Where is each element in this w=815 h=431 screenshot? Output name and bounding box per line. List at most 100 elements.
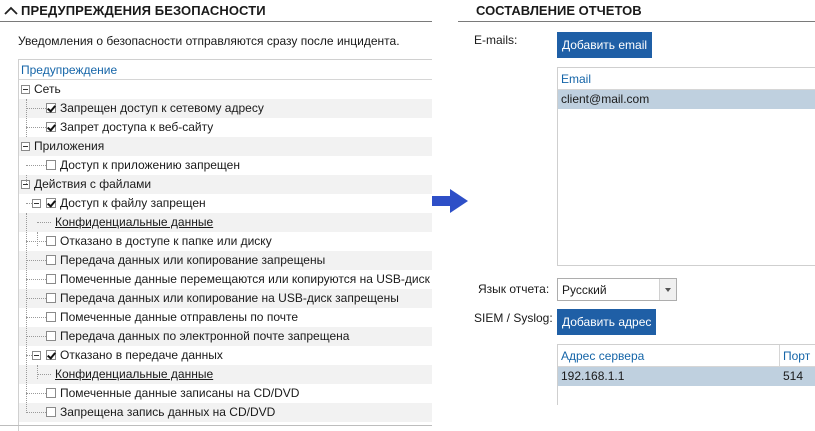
tree-row-label: Помеченные данные отправлены по почте xyxy=(60,310,299,324)
server-address-cell: 192.168.1.1 xyxy=(561,369,625,383)
checkbox[interactable] xyxy=(46,350,56,360)
tree-connector xyxy=(26,260,46,261)
tree-guide xyxy=(26,99,27,137)
server-table-header: Адрес сервера Порт xyxy=(558,345,815,367)
collapse-icon[interactable] xyxy=(32,351,41,360)
reporting-title: СОСТАВЛЕНИЕ ОТЧЕТОВ xyxy=(476,3,642,18)
tree-connector xyxy=(26,165,46,166)
port-column-header[interactable]: Порт xyxy=(783,345,810,367)
checkbox[interactable] xyxy=(46,312,56,322)
tree-row-label: Сеть xyxy=(34,82,61,96)
divider xyxy=(0,425,432,426)
checkbox[interactable] xyxy=(46,407,56,417)
tree-connector xyxy=(26,412,46,413)
checkbox[interactable] xyxy=(46,236,56,246)
checkbox[interactable] xyxy=(46,255,56,265)
tree-connector xyxy=(26,336,46,337)
checkbox[interactable] xyxy=(46,293,56,303)
tree-row-item[interactable]: Отказано в доступе к папке или диску xyxy=(19,232,432,251)
collapse-icon[interactable] xyxy=(21,85,30,94)
tree-row-item[interactable]: Запрет доступа к веб-сайту xyxy=(19,118,432,137)
divider xyxy=(458,21,815,22)
tree-guide xyxy=(26,175,27,184)
reporting-panel: СОСТАВЛЕНИЕ ОТЧЕТОВ E-mails: Добавить em… xyxy=(458,0,815,431)
emails-label: E-mails: xyxy=(474,33,518,47)
tree-connector xyxy=(26,241,46,242)
tree-row-label: Передача данных по электронной почте зап… xyxy=(60,329,350,343)
tree-row-item[interactable]: Передача данных или копирование на USB-д… xyxy=(19,289,432,308)
tree-connector xyxy=(26,279,46,280)
tree-row-label: Помеченные данные записаны на CD/DVD xyxy=(60,386,300,400)
tree-connector xyxy=(37,222,51,223)
tree-row-label: Запрещена запись данных на CD/DVD xyxy=(60,405,276,419)
checkbox[interactable] xyxy=(46,198,56,208)
collapse-icon[interactable] xyxy=(21,142,30,151)
tree-row-label: Доступ к приложению запрещен xyxy=(60,158,240,172)
tree-connector xyxy=(26,393,46,394)
server-table: Адрес сервера Порт 192.168.1.1 514 xyxy=(557,344,815,405)
tree-row-label: Отказано в передаче данных xyxy=(60,348,223,362)
tree-row-subgroup[interactable]: Отказано в передаче данных xyxy=(19,346,432,365)
add-email-button[interactable]: Добавить email xyxy=(557,32,653,58)
email-list[interactable]: Email client@mail.com xyxy=(557,67,815,266)
tree-row-label: Действия с файлами xyxy=(34,177,152,191)
siem-syslog-label: SIEM / Syslog: xyxy=(474,311,553,325)
tree-row-label: Помеченные данные перемещаются или копир… xyxy=(60,272,430,286)
tree-column-header[interactable]: Предупреждение xyxy=(19,61,432,80)
checkbox[interactable] xyxy=(46,388,56,398)
tree-row-item[interactable]: Помеченные данные перемещаются или копир… xyxy=(19,270,432,289)
add-address-button[interactable]: Добавить адрес xyxy=(557,309,657,335)
tree-row-label: Запрещен доступ к сетевому адресу xyxy=(60,101,264,115)
tree-row-item[interactable]: Запрещен доступ к сетевому адресу xyxy=(19,99,432,118)
tree-connector xyxy=(26,317,46,318)
checkbox[interactable] xyxy=(46,274,56,284)
chevron-down-icon[interactable] xyxy=(659,279,676,300)
tree-row-item[interactable]: Передача данных или копирование запрещен… xyxy=(19,251,432,270)
tree-row-group-apps[interactable]: Приложения xyxy=(19,137,432,156)
tree-row-label: Отказано в доступе к папке или диску xyxy=(60,234,272,248)
report-language-select[interactable]: Русский xyxy=(557,278,677,301)
checkbox[interactable] xyxy=(46,103,56,113)
alerts-tree: Предупреждение Сеть Запрещен доступ к се… xyxy=(18,59,432,431)
confidential-data-link[interactable]: Конфиденциальные данные xyxy=(55,365,213,384)
chevron-up-icon[interactable] xyxy=(3,4,19,18)
security-alerts-panel: ПРЕДУПРЕЖДЕНИЯ БЕЗОПАСНОСТИ Уведомления … xyxy=(0,0,432,431)
tree-guide xyxy=(26,213,27,413)
tree-row-subgroup[interactable]: Доступ к файлу запрещен xyxy=(19,194,432,213)
checkbox[interactable] xyxy=(46,331,56,341)
security-alerts-header[interactable]: ПРЕДУПРЕЖДЕНИЯ БЕЗОПАСНОСТИ xyxy=(0,0,266,21)
confidential-data-link[interactable]: Конфиденциальные данные xyxy=(55,213,213,232)
server-address-column-header[interactable]: Адрес сервера xyxy=(561,345,644,367)
collapse-icon[interactable] xyxy=(32,199,41,208)
tree-row-label: Запрет доступа к веб-сайту xyxy=(60,120,214,134)
tree-guide xyxy=(37,232,38,246)
tree-connector xyxy=(26,108,46,109)
tree-row-item[interactable]: Помеченные данные записаны на CD/DVD xyxy=(19,384,432,403)
report-language-label: Язык отчета: xyxy=(478,282,550,296)
divider xyxy=(0,21,432,22)
tree-connector xyxy=(26,127,46,128)
tree-row-item[interactable]: Помеченные данные отправлены по почте xyxy=(19,308,432,327)
tree-row-item[interactable]: Доступ к приложению запрещен xyxy=(19,156,432,175)
tree-connector xyxy=(26,298,46,299)
email-list-item[interactable]: client@mail.com xyxy=(558,90,815,109)
tree-guide xyxy=(37,365,38,379)
checkbox[interactable] xyxy=(46,160,56,170)
column-separator[interactable] xyxy=(779,345,780,367)
security-alerts-title: ПРЕДУПРЕЖДЕНИЯ БЕЗОПАСНОСТИ xyxy=(21,3,266,18)
tree-row-label: Передача данных или копирование на USB-д… xyxy=(60,291,399,305)
table-row[interactable]: 192.168.1.1 514 xyxy=(558,367,815,386)
tree-connector xyxy=(37,374,51,375)
tree-row-link[interactable]: Конфиденциальные данные xyxy=(19,213,432,232)
tree-row-link[interactable]: Конфиденциальные данные xyxy=(19,365,432,384)
tree-row-label: Доступ к файлу запрещен xyxy=(60,196,206,210)
tree-row-label: Передача данных или копирование запрещен… xyxy=(60,253,326,267)
tree-row-item[interactable]: Передача данных по электронной почте зап… xyxy=(19,327,432,346)
tree-row-item[interactable]: Запрещена запись данных на CD/DVD xyxy=(19,403,432,422)
report-language-value: Русский xyxy=(562,283,607,297)
security-alerts-description: Уведомления о безопасности отправляются … xyxy=(18,34,400,48)
email-column-header[interactable]: Email xyxy=(558,68,815,90)
checkbox[interactable] xyxy=(46,122,56,132)
tree-row-group-network[interactable]: Сеть xyxy=(19,80,432,99)
tree-row-group-files[interactable]: Действия с файлами xyxy=(19,175,432,194)
